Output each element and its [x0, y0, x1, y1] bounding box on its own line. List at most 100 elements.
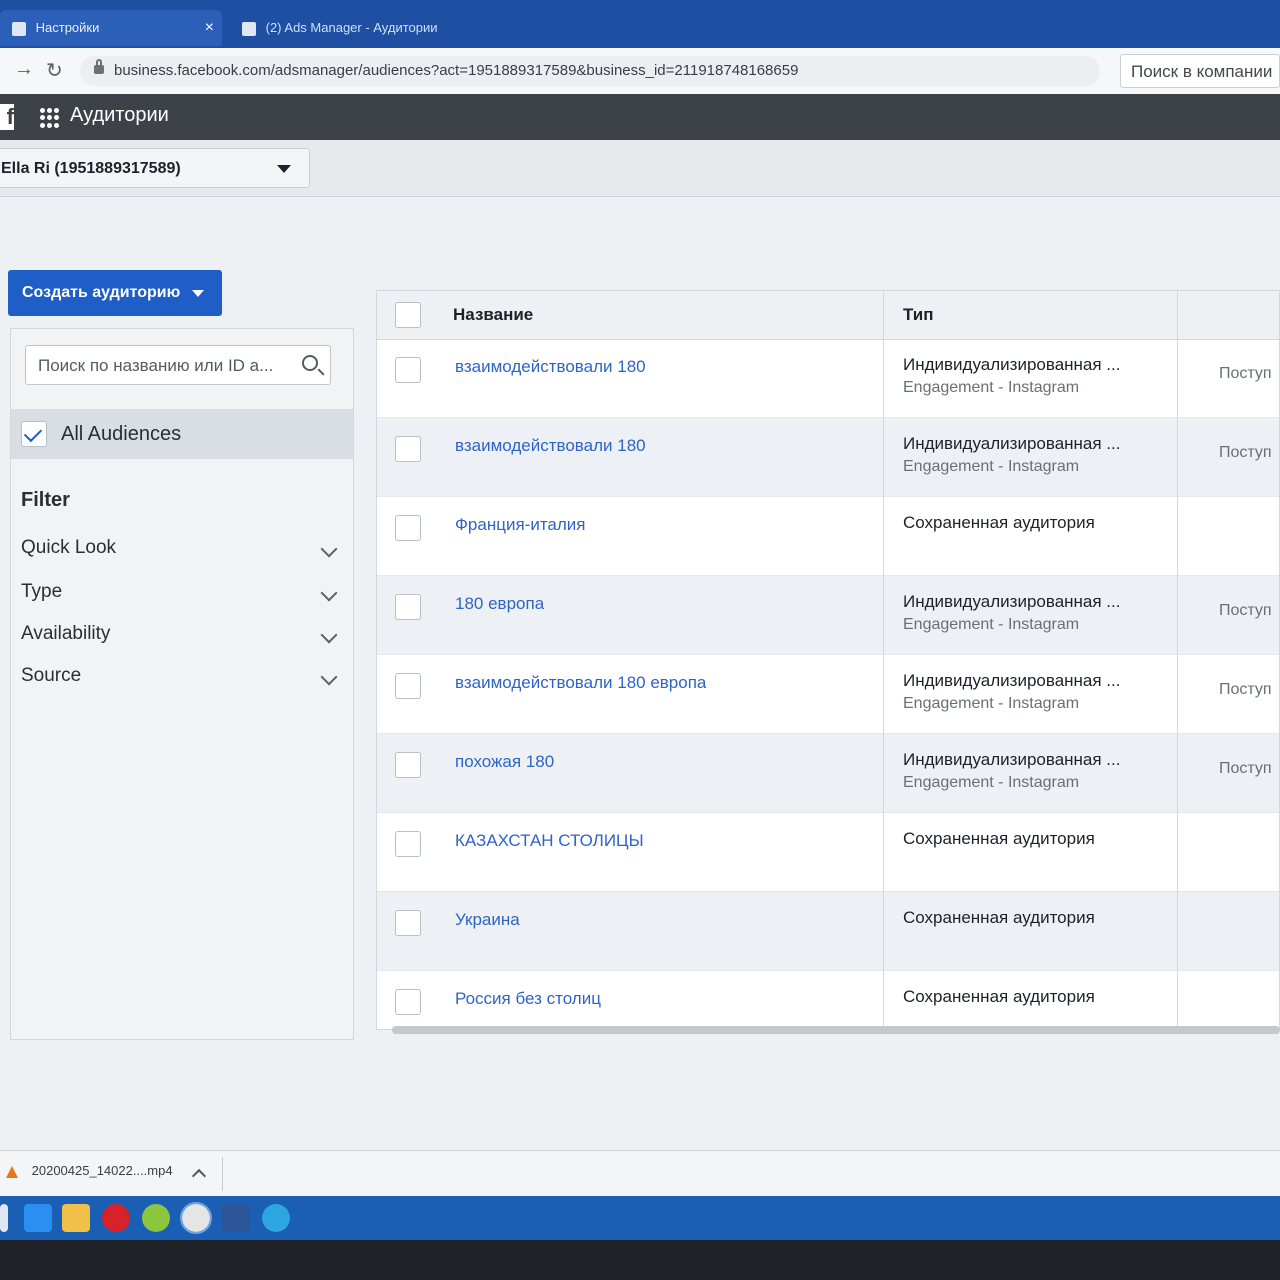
audience-type: Сохраненная аудитория — [903, 829, 1095, 848]
tab-settings[interactable]: Настройки × — [0, 10, 222, 46]
audience-type: Индивидуализированная ... — [903, 434, 1121, 453]
chrome-icon[interactable] — [180, 1202, 212, 1234]
row-checkbox[interactable] — [395, 831, 421, 857]
table-row[interactable]: Украина Сохраненная аудитория — [377, 892, 1279, 971]
horizontal-scrollbar[interactable] — [392, 1026, 1280, 1034]
row-checkbox[interactable] — [395, 752, 421, 778]
app-header: f Аудитории — [0, 94, 1280, 140]
search-placeholder: Поиск по названию или ID а... — [38, 356, 274, 375]
row-checkbox[interactable] — [395, 910, 421, 936]
account-bar: Ella Ri (1951889317589) — [0, 140, 1280, 197]
screen: Настройки × (2) Ads Manager - Аудитории … — [0, 0, 1280, 1280]
download-item[interactable]: 20200425_14022....mp4 — [6, 1163, 173, 1178]
audience-availability: Поступ — [1219, 365, 1272, 382]
download-bar: 20200425_14022....mp4 — [0, 1150, 1280, 1197]
table-row[interactable]: взаимодействовали 180 европа Индивидуали… — [377, 655, 1279, 734]
page-title: Аудитории — [70, 104, 169, 126]
chevron-down-icon — [320, 584, 338, 602]
browser-toolbar: → ↻ business.facebook.com/adsmanager/aud… — [0, 48, 1280, 95]
row-checkbox[interactable] — [395, 436, 421, 462]
table-header: Название Тип — [377, 291, 1279, 340]
search-icon[interactable] — [302, 355, 318, 371]
audience-name-link[interactable]: 180 европа — [455, 594, 544, 614]
filter-quick-look[interactable]: Quick Look — [21, 537, 341, 567]
tab-label: (2) Ads Manager - Аудитории — [265, 20, 438, 35]
filter-label: Type — [21, 581, 63, 602]
all-audiences-checkbox[interactable] — [21, 421, 47, 447]
check-icon — [23, 423, 43, 443]
utorrent-icon[interactable] — [142, 1204, 170, 1232]
audience-name-link[interactable]: взаимодействовали 180 — [455, 357, 646, 377]
table-row[interactable]: 180 европа Индивидуализированная ... Eng… — [377, 576, 1279, 655]
business-search-input[interactable]: Поиск в компании — [1120, 54, 1280, 88]
table-row[interactable]: взаимодействовали 180 Индивидуализирован… — [377, 339, 1279, 418]
account-name: Ella Ri (1951889317589) — [1, 160, 181, 177]
audience-name-link[interactable]: Украина — [455, 910, 520, 930]
monitor-bezel — [0, 1240, 1280, 1280]
column-header-name[interactable]: Название — [453, 305, 533, 325]
audience-name-link[interactable]: взаимодействовали 180 европа — [455, 673, 706, 693]
account-selector[interactable]: Ella Ri (1951889317589) — [0, 148, 310, 188]
caret-down-icon — [192, 290, 204, 297]
audience-search-input[interactable]: Поиск по названию или ID а... — [25, 345, 331, 385]
gear-icon — [12, 21, 26, 36]
start-icon[interactable] — [0, 1204, 8, 1232]
audience-type: Индивидуализированная ... — [903, 750, 1121, 769]
edge-icon[interactable] — [24, 1204, 52, 1232]
folder-icon[interactable] — [62, 1204, 90, 1232]
column-header-type[interactable]: Тип — [903, 305, 933, 325]
opera-icon[interactable] — [102, 1204, 130, 1232]
tab-ads-manager[interactable]: (2) Ads Manager - Аудитории — [230, 10, 490, 46]
row-checkbox[interactable] — [395, 594, 421, 620]
table-row[interactable]: взаимодействовали 180 Индивидуализирован… — [377, 418, 1279, 497]
divider — [222, 1157, 223, 1191]
url-text: business.facebook.com/adsmanager/audienc… — [114, 62, 799, 79]
audience-name-link[interactable]: КАЗАХСТАН СТОЛИЦЫ — [455, 831, 644, 851]
audience-source: Engagement - Instagram — [903, 774, 1080, 791]
audience-type: Сохраненная аудитория — [903, 908, 1095, 927]
create-audience-button[interactable]: Создать аудиторию — [8, 270, 222, 316]
audience-source: Engagement - Instagram — [903, 695, 1080, 712]
chevron-down-icon — [320, 626, 338, 644]
audience-name-link[interactable]: похожая 180 — [455, 752, 554, 772]
audience-type: Индивидуализированная ... — [903, 355, 1121, 374]
table-row[interactable]: Россия без столиц Сохраненная аудитория — [377, 971, 1279, 1029]
audience-availability: Поступ — [1219, 602, 1272, 619]
all-audiences-label: All Audiences — [61, 423, 182, 445]
close-icon[interactable]: × — [205, 10, 214, 46]
audiences-table: Название Тип взаимодействовали 180 Индив… — [376, 290, 1280, 1030]
row-checkbox[interactable] — [395, 357, 421, 383]
filter-availability[interactable]: Availability — [21, 623, 341, 653]
table-row[interactable]: похожая 180 Индивидуализированная ... En… — [377, 734, 1279, 813]
create-audience-label: Создать аудиторию — [22, 284, 181, 301]
address-bar[interactable]: business.facebook.com/adsmanager/audienc… — [80, 56, 1100, 86]
browser-tab-strip: Настройки × (2) Ads Manager - Аудитории — [0, 0, 1280, 48]
row-checkbox[interactable] — [395, 673, 421, 699]
filter-type[interactable]: Type — [21, 581, 341, 611]
audience-type: Индивидуализированная ... — [903, 671, 1121, 690]
audience-name-link[interactable]: взаимодействовали 180 — [455, 436, 646, 456]
audience-name-link[interactable]: Франция-италия — [455, 515, 586, 535]
telegram-icon[interactable] — [262, 1204, 290, 1232]
reload-icon[interactable]: ↻ — [46, 58, 63, 83]
audience-availability: Поступ — [1219, 760, 1272, 777]
word-icon[interactable] — [222, 1204, 250, 1232]
audience-type: Сохраненная аудитория — [903, 513, 1095, 532]
column-divider — [883, 291, 884, 1029]
select-all-checkbox[interactable] — [395, 302, 421, 328]
audience-name-link[interactable]: Россия без столиц — [455, 989, 601, 1009]
table-row[interactable]: Франция-италия Сохраненная аудитория — [377, 497, 1279, 576]
row-checkbox[interactable] — [395, 515, 421, 541]
table-row[interactable]: КАЗАХСТАН СТОЛИЦЫ Сохраненная аудитория — [377, 813, 1279, 892]
filter-source[interactable]: Source — [21, 665, 341, 695]
audience-type: Индивидуализированная ... — [903, 592, 1121, 611]
filter-label: Source — [21, 665, 82, 686]
taskbar — [0, 1196, 1280, 1240]
row-checkbox[interactable] — [395, 989, 421, 1015]
forward-icon[interactable]: → — [14, 58, 34, 81]
filter-label: Quick Look — [21, 537, 117, 558]
apps-grid-icon[interactable] — [40, 108, 60, 128]
chevron-up-icon[interactable] — [191, 1168, 207, 1184]
all-audiences-item[interactable]: All Audiences — [11, 409, 353, 459]
facebook-logo-icon[interactable]: f — [0, 104, 14, 130]
